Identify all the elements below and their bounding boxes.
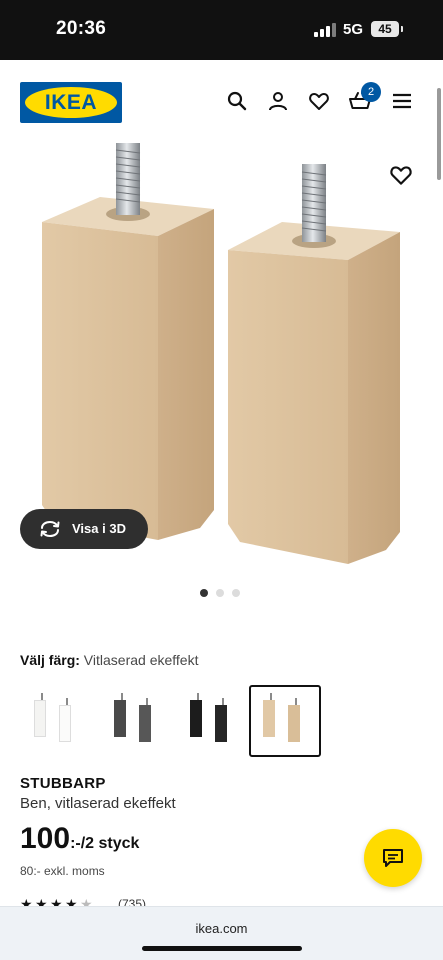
url-text[interactable]: ikea.com: [0, 921, 443, 936]
network-type: 5G: [343, 21, 364, 38]
search-icon[interactable]: [225, 89, 249, 113]
view-3d-label: Visa i 3D: [72, 521, 126, 536]
price-amount: 100: [20, 822, 71, 855]
cart-count-badge: 2: [361, 82, 381, 102]
status-bar: 20:36 5G 45: [0, 0, 443, 60]
heart-icon[interactable]: [307, 89, 331, 113]
product-leg-left: [42, 143, 214, 540]
home-indicator[interactable]: [142, 946, 302, 951]
color-swatch-dark-grey[interactable]: [100, 685, 172, 757]
account-icon[interactable]: [266, 89, 290, 113]
battery-level: 45: [378, 22, 392, 36]
chat-icon: [383, 849, 403, 867]
product-name: STUBBARP: [20, 775, 106, 792]
product-description: Ben, vitlaserad ekeffekt: [20, 795, 176, 812]
price-excl-vat: 80:- exkl. moms: [20, 864, 105, 878]
color-label: Välj färg:: [20, 652, 80, 668]
color-value: Vitlaserad ekeffekt: [83, 652, 199, 668]
menu-icon[interactable]: [390, 89, 414, 113]
site-header: IKEA 2: [0, 60, 443, 144]
product-price: 100:-/2 styck: [20, 822, 139, 856]
rotate-3d-icon: [40, 520, 60, 538]
status-time: 20:36: [56, 18, 107, 39]
logo-text: IKEA: [44, 91, 98, 114]
carousel-dot[interactable]: [232, 589, 240, 597]
color-swatch-black[interactable]: [176, 685, 248, 757]
color-selector-heading: Välj färg: Vitlaserad ekeffekt: [20, 652, 198, 668]
view-3d-button[interactable]: Visa i 3D: [20, 509, 148, 549]
battery-icon: 45: [371, 21, 403, 37]
carousel-dot[interactable]: [216, 589, 224, 597]
color-swatch-white-stained-oak[interactable]: [249, 685, 321, 757]
favourite-icon[interactable]: [388, 162, 414, 188]
price-unit: :-/2 styck: [70, 835, 140, 852]
color-swatch-white[interactable]: [20, 685, 92, 757]
chat-button[interactable]: [364, 829, 422, 887]
carousel-dot[interactable]: [200, 589, 208, 597]
signal-icon: [314, 23, 336, 37]
ikea-logo[interactable]: IKEA: [20, 82, 122, 123]
product-leg-right: [228, 164, 400, 564]
browser-url-bar[interactable]: ikea.com: [0, 906, 443, 960]
